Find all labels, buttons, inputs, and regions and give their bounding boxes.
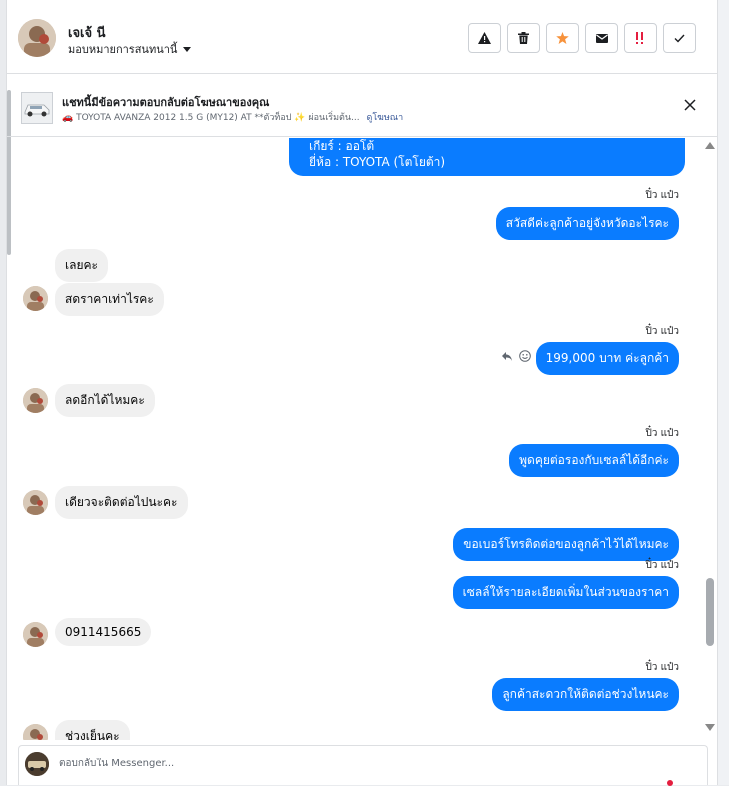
conversation-actions	[468, 23, 696, 53]
ad-banner-title: แชทนี้มีข้อความตอบกลับต่อโฆษณาของคุณ	[62, 96, 270, 109]
avatar	[23, 490, 48, 515]
incoming-message-bubble[interactable]: 0911415665	[55, 618, 152, 646]
delete-button[interactable]	[507, 23, 540, 53]
ad-thumbnail[interactable]	[21, 92, 53, 124]
report-button[interactable]	[468, 23, 501, 53]
notification-dot	[667, 780, 673, 786]
mark-unread-button[interactable]	[585, 23, 618, 53]
avatar	[23, 724, 48, 740]
close-icon[interactable]	[683, 98, 697, 112]
ad-reply-banner: แชทนี้มีข้อความตอบกลับต่อโฆษณาของคุณ 🚗 T…	[7, 75, 719, 137]
incoming-message-bubble[interactable]: เดียวจะติดต่อไปนะคะ	[55, 486, 188, 519]
view-ad-link[interactable]: ดูโฆษณา	[367, 113, 404, 123]
reply-icon[interactable]	[501, 350, 513, 362]
avatar	[23, 622, 48, 647]
chat-scrollbar-thumb[interactable]	[706, 578, 714, 646]
important-icon	[635, 32, 643, 44]
star-button[interactable]	[546, 23, 579, 53]
outgoing-message-bubble[interactable]: พูดคุยต่อรองกับเซลล์ได้อีกค่ะ	[509, 444, 679, 477]
outgoing-message-bubble[interactable]: ลูกค้าสะดวกให้ติดต่อช่วงไหนคะ	[492, 678, 679, 711]
right-gutter	[718, 0, 729, 785]
messenger-conversation-panel: เจเจ้ นี มอบหมายการสนทนานี้ แชทนี้มีข้อค…	[6, 0, 719, 786]
reply-input[interactable]	[59, 758, 659, 769]
sender-name: ปิ๋ว แป๋ว	[645, 428, 679, 439]
avatar	[23, 286, 48, 311]
page-avatar	[25, 752, 49, 776]
check-icon	[674, 34, 685, 43]
emoji-icon[interactable]	[519, 350, 531, 362]
message-thread[interactable]: เกียร์ : ออโต้ ยี่ห้อ : TOYOTA (โตโยต้า)…	[7, 138, 719, 740]
outgoing-message-bubble[interactable]: 199,000 บาท ค่ะลูกค้า	[535, 342, 679, 375]
incoming-message-bubble[interactable]: เลยคะ	[55, 249, 108, 282]
sender-name: ปิ๋ว แป๋ว	[645, 190, 679, 201]
mark-important-button[interactable]	[624, 23, 657, 53]
avatar	[23, 388, 48, 413]
outgoing-message-bubble[interactable]: เซลล์ให้รายละเอียดเพิ่มในส่วนของราคา	[452, 576, 679, 609]
sender-name: ปิ๋ว แป๋ว	[645, 326, 679, 337]
caret-down-icon	[183, 46, 192, 52]
assign-conversation-dropdown[interactable]: มอบหมายการสนทนานี้	[68, 40, 192, 58]
mark-done-button[interactable]	[663, 23, 696, 53]
conversation-header: เจเจ้ นี มอบหมายการสนทนานี้	[7, 0, 719, 74]
outgoing-message-bubble[interactable]: ขอเบอร์โทรติดต่อของลูกค้าไว้ได้ไหมคะ	[453, 528, 679, 561]
assign-label: มอบหมายการสนทนานี้	[68, 43, 178, 56]
message-line: เกียร์ : ออโต้	[309, 139, 375, 153]
ad-banner-subtitle: 🚗 TOYOTA AVANZA 2012 1.5 G (MY12) AT **ต…	[62, 110, 403, 124]
message-tools	[501, 350, 531, 362]
envelope-icon	[595, 33, 608, 43]
outgoing-message-bubble[interactable]: สวัสดีค่ะลูกค้าอยู่จังหวัดอะไรคะ	[495, 207, 679, 240]
star-icon	[556, 32, 569, 44]
trash-icon	[518, 32, 529, 44]
message-line: ยี่ห้อ : TOYOTA (โตโยต้า)	[309, 155, 446, 169]
incoming-message-bubble[interactable]: สดราคาเท่าไรคะ	[55, 283, 164, 316]
incoming-message-bubble[interactable]: ลดอีกได้ไหมคะ	[55, 384, 155, 417]
scroll-down-arrow-icon[interactable]	[705, 724, 715, 731]
avatar[interactable]	[18, 19, 56, 57]
warning-icon	[478, 32, 491, 44]
sender-name: ปิ๋ว แป๋ว	[645, 560, 679, 571]
outgoing-message-bubble[interactable]: เกียร์ : ออโต้ ยี่ห้อ : TOYOTA (โตโยต้า)	[289, 138, 685, 176]
sender-name: ปิ๋ว แป๋ว	[645, 662, 679, 673]
ad-description: 🚗 TOYOTA AVANZA 2012 1.5 G (MY12) AT **ต…	[62, 113, 360, 123]
scroll-up-arrow-icon[interactable]	[705, 142, 715, 149]
reply-composer	[18, 745, 708, 786]
incoming-message-bubble[interactable]: ช่วงเย็นคะ	[55, 720, 130, 740]
